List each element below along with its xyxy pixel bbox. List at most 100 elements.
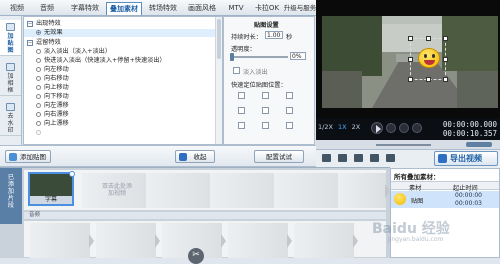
effect-item[interactable]: 向上移动 <box>24 84 222 92</box>
stop-button[interactable] <box>399 123 409 133</box>
position-checkbox[interactable] <box>238 107 245 114</box>
position-checkbox[interactable] <box>286 107 293 114</box>
effect-item[interactable] <box>24 129 222 137</box>
empty-clip-slot[interactable] <box>96 223 160 258</box>
empty-clip-slot[interactable] <box>338 173 390 208</box>
radio[interactable] <box>36 58 41 63</box>
folder-icon[interactable] <box>338 154 347 162</box>
open-icon[interactable] <box>322 154 331 162</box>
tab-transition-effects[interactable]: 转场特效 <box>145 2 181 15</box>
tab-upgrade-service[interactable]: 升级与服务 <box>282 2 318 15</box>
resize-handle[interactable] <box>426 36 431 41</box>
effect-item[interactable]: 快进淡入淡出（快速淡入+停留+快速淡出） <box>24 57 222 65</box>
effect-group-appear[interactable]: − 出现特效 <box>24 20 222 28</box>
radio[interactable] <box>36 94 41 99</box>
radio[interactable] <box>36 130 41 135</box>
tab-subtitle-effects[interactable]: 字幕特效 <box>66 2 104 15</box>
resize-handle[interactable] <box>408 36 413 41</box>
radio[interactable] <box>36 85 41 90</box>
volume-slider[interactable] <box>466 142 492 147</box>
effect-item[interactable]: 向下移动 <box>24 93 222 101</box>
collapse-icon[interactable]: − <box>27 40 33 46</box>
position-checkbox[interactable] <box>262 92 269 99</box>
tab-karaoke[interactable]: 卡拉OK <box>252 2 282 15</box>
empty-clip-slot[interactable] <box>146 173 220 208</box>
effect-item[interactable]: 向左移动 <box>24 66 222 74</box>
speed-2x[interactable]: 2X <box>352 123 361 131</box>
sticker-settings-panel: 贴图设置 持续时长： 1.00 秒 透明度： 0% 淡入淡出 快速定位贴图位置： <box>223 16 315 145</box>
fade-checkbox[interactable] <box>233 67 240 74</box>
sidebar-item-add-sticker[interactable]: 加贴图 <box>0 20 21 56</box>
effect-item[interactable]: 淡入淡出（淡入+淡出） <box>24 48 222 56</box>
delete-icon[interactable] <box>386 154 395 162</box>
radio[interactable] <box>36 112 41 117</box>
tab-picture-style[interactable]: 画面风格 <box>184 2 220 15</box>
tab-video[interactable]: 视频 <box>6 2 28 15</box>
empty-clip-slot[interactable] <box>228 223 292 258</box>
add-sticker-button[interactable]: 添加贴图 <box>5 150 51 163</box>
position-checkbox[interactable] <box>238 92 245 99</box>
close-icon[interactable] <box>69 171 75 177</box>
group-label: 逗留特效 <box>36 39 61 46</box>
tab-mtv[interactable]: MTV <box>223 2 249 15</box>
resize-handle[interactable] <box>426 77 431 82</box>
speed-half[interactable]: 1/2X <box>318 123 333 131</box>
list-item[interactable]: 贴图 00:00:00 00:00:03 <box>391 191 499 208</box>
position-checkbox[interactable] <box>286 92 293 99</box>
position-checkbox[interactable] <box>238 122 245 129</box>
speed-1x[interactable]: 1X <box>338 123 347 131</box>
sidebar-item-add-frame[interactable]: 加相框 <box>0 60 21 96</box>
empty-clip-slot[interactable] <box>30 223 94 258</box>
snapshot-icon[interactable] <box>354 154 363 162</box>
effect-item-none[interactable]: 无效果 <box>24 29 222 37</box>
position-checkbox[interactable] <box>286 122 293 129</box>
resize-handle[interactable] <box>408 77 413 82</box>
effect-item[interactable]: 向左漂移 <box>24 102 222 110</box>
play-button[interactable] <box>371 122 383 134</box>
empty-clip-slot[interactable] <box>274 173 348 208</box>
next-frame-button[interactable] <box>412 123 422 133</box>
resize-handle[interactable] <box>443 77 448 82</box>
resize-handle[interactable] <box>443 57 448 62</box>
collect-button[interactable]: 收起 <box>175 150 215 163</box>
opacity-label: 透明度： <box>231 46 256 53</box>
duration-input[interactable]: 1.00 <box>265 31 283 39</box>
tab-audio[interactable]: 音频 <box>36 2 58 15</box>
opacity-input[interactable]: 0% <box>290 52 306 60</box>
resize-handle[interactable] <box>443 36 448 41</box>
radio[interactable] <box>36 49 41 54</box>
position-checkbox[interactable] <box>262 107 269 114</box>
effect-item[interactable]: 向上漂移 <box>24 120 222 128</box>
effects-scrollbar[interactable] <box>215 17 222 144</box>
sticker-selection[interactable] <box>408 36 448 82</box>
effect-item[interactable]: 向右移动 <box>24 75 222 83</box>
progress-bar[interactable] <box>316 140 500 150</box>
slider-handle[interactable] <box>230 53 234 61</box>
sidebar-item-remove-watermark[interactable]: 去水印 <box>0 100 21 136</box>
scroll-thumb[interactable] <box>217 19 221 59</box>
resize-handle[interactable] <box>408 57 413 62</box>
radio[interactable] <box>36 121 41 126</box>
opacity-slider[interactable] <box>230 53 288 61</box>
effect-group-stay[interactable]: − 逗留特效 <box>24 39 222 47</box>
collapse-icon[interactable]: − <box>27 21 33 27</box>
video-preview[interactable] <box>322 16 498 108</box>
progress-track[interactable] <box>376 144 431 146</box>
tab-overlay-material[interactable]: 叠加素材 <box>106 2 142 15</box>
radio[interactable] <box>36 67 41 72</box>
settings-icon[interactable] <box>370 154 379 162</box>
radio-selected[interactable] <box>36 30 41 35</box>
empty-clip-slot[interactable] <box>294 223 358 258</box>
radio[interactable] <box>36 103 41 108</box>
pause-button[interactable] <box>386 123 396 133</box>
empty-clip-slot[interactable] <box>210 173 284 208</box>
smiley-sticker-icon[interactable] <box>418 48 440 68</box>
radio[interactable] <box>36 76 41 81</box>
effect-item[interactable]: 向右漂移 <box>24 111 222 119</box>
clip-thumbnail[interactable]: 字幕 <box>28 171 75 206</box>
config-test-button[interactable]: 配置试试 <box>254 150 304 163</box>
position-checkbox[interactable] <box>262 122 269 129</box>
export-video-button[interactable]: 导出视频 <box>434 151 498 166</box>
add-video-placeholder[interactable]: 双击此处添加视频 <box>82 173 156 208</box>
scissors-icon[interactable]: ✂ <box>188 248 204 264</box>
